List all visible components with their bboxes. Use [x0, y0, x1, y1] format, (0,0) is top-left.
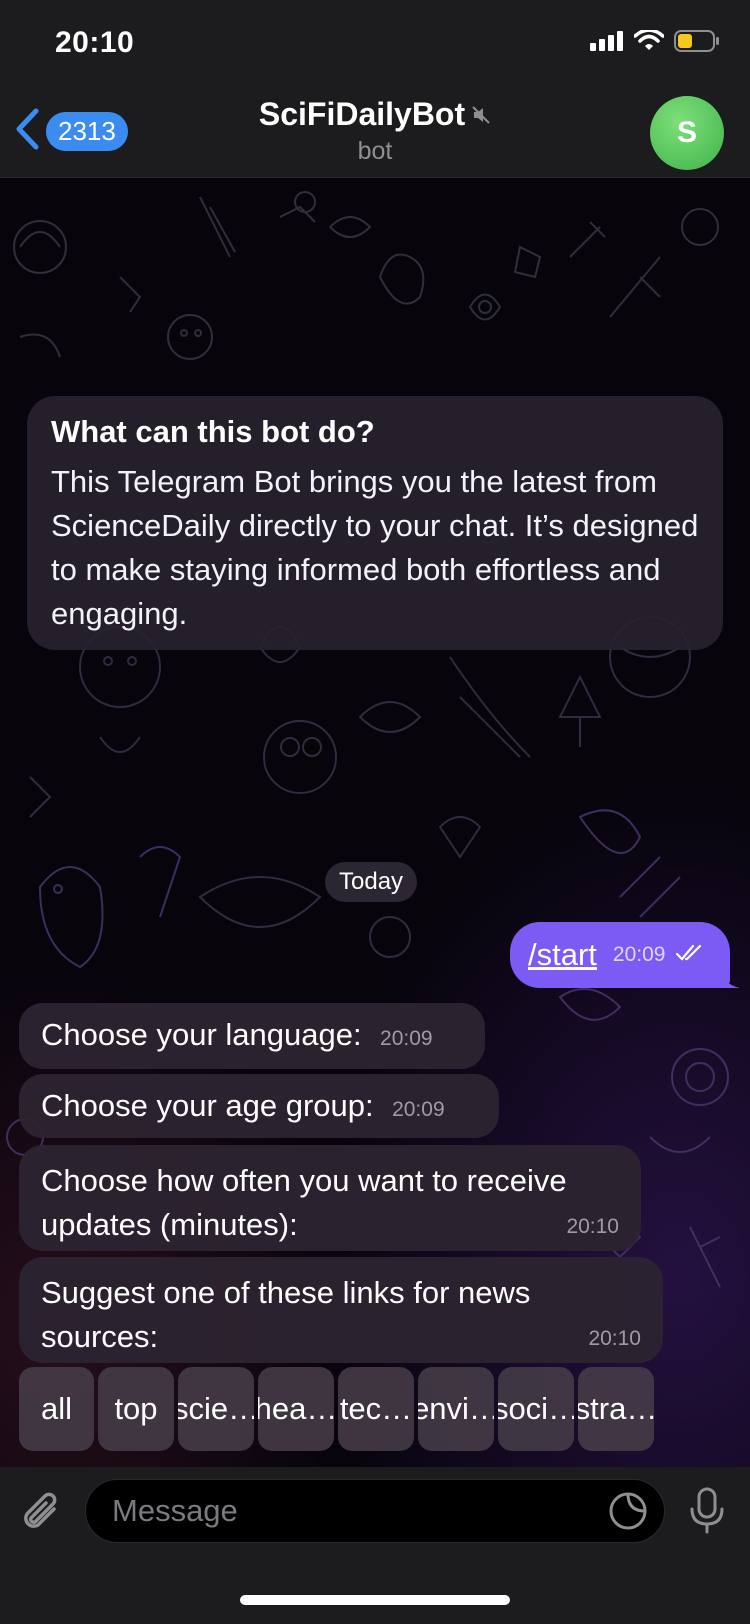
sticker-icon[interactable] — [608, 1491, 648, 1536]
keyboard-button-all[interactable]: all — [19, 1367, 94, 1451]
outgoing-message[interactable]: /start 20:09 — [510, 922, 740, 988]
incoming-message[interactable]: Choose how often you want to receive upd… — [19, 1145, 641, 1251]
bot-info-title: What can this bot do? — [51, 414, 375, 449]
bot-name: SciFiDailyBot — [258, 96, 466, 132]
bot-info-description: This Telegram Bot brings you the latest … — [51, 464, 699, 631]
message-time: 20:10 — [588, 1327, 641, 1350]
status-time: 20:10 — [55, 26, 135, 59]
incoming-message[interactable]: Suggest one of these links for news sour… — [19, 1257, 663, 1363]
chat-subtitle: bot — [357, 137, 393, 165]
keyboard-button-science[interactable]: scie… — [178, 1367, 254, 1451]
chat-title: SciFiDailyBot — [259, 96, 491, 133]
message-time: 20:09 — [392, 1098, 445, 1121]
keyboard-button-top[interactable]: top — [98, 1367, 174, 1451]
bot-info-card: What can this bot do? This Telegram Bot … — [27, 396, 723, 650]
keyboard-button-strange[interactable]: stra… — [578, 1367, 654, 1451]
keyboard-button-environment[interactable]: envi… — [418, 1367, 494, 1451]
chat-header: 2313 SciFiDailyBot bot S — [0, 90, 750, 178]
avatar-letter: S — [676, 116, 697, 149]
muted-icon — [471, 96, 491, 133]
message-text: Choose how often you want to receive upd… — [41, 1163, 567, 1242]
message-time: 20:09 — [380, 1027, 433, 1050]
keyboard-button-health[interactable]: hea… — [258, 1367, 334, 1451]
message-text: Suggest one of these links for news sour… — [41, 1275, 531, 1354]
incoming-message[interactable]: Choose your language: 20:09 — [19, 1003, 485, 1069]
paperclip-icon[interactable] — [20, 1489, 64, 1542]
date-divider: Today — [325, 862, 418, 902]
telegram-chat-screen: 20:10 2313 SciFiDailyBot bot S What can … — [0, 0, 750, 1624]
bubble-tail — [720, 968, 740, 988]
chat-title-area[interactable]: SciFiDailyBot bot — [0, 96, 750, 166]
message-text: Choose your age group: — [41, 1088, 374, 1123]
status-icons — [590, 28, 720, 57]
message-time: 20:09 — [612, 943, 666, 966]
microphone-icon[interactable] — [688, 1487, 726, 1540]
read-checkmarks-icon — [675, 944, 705, 967]
status-bar: 20:10 — [0, 0, 750, 90]
battery-icon — [674, 30, 720, 57]
message-input[interactable]: Message — [85, 1479, 665, 1543]
keyboard-button-tech[interactable]: tec… — [338, 1367, 414, 1451]
message-text: Choose your language: — [41, 1017, 362, 1052]
avatar[interactable]: S — [650, 96, 724, 170]
message-time: 20:10 — [566, 1215, 619, 1238]
incoming-message[interactable]: Choose your age group: 20:09 — [19, 1074, 499, 1138]
cellular-signal-icon — [590, 31, 624, 56]
inline-keyboard: all top scie… hea… tec… envi… soci… stra… — [19, 1367, 654, 1451]
start-command-link[interactable]: /start — [528, 937, 597, 973]
keyboard-button-society[interactable]: soci… — [498, 1367, 574, 1451]
home-indicator[interactable] — [240, 1595, 510, 1605]
wifi-icon — [633, 28, 665, 57]
